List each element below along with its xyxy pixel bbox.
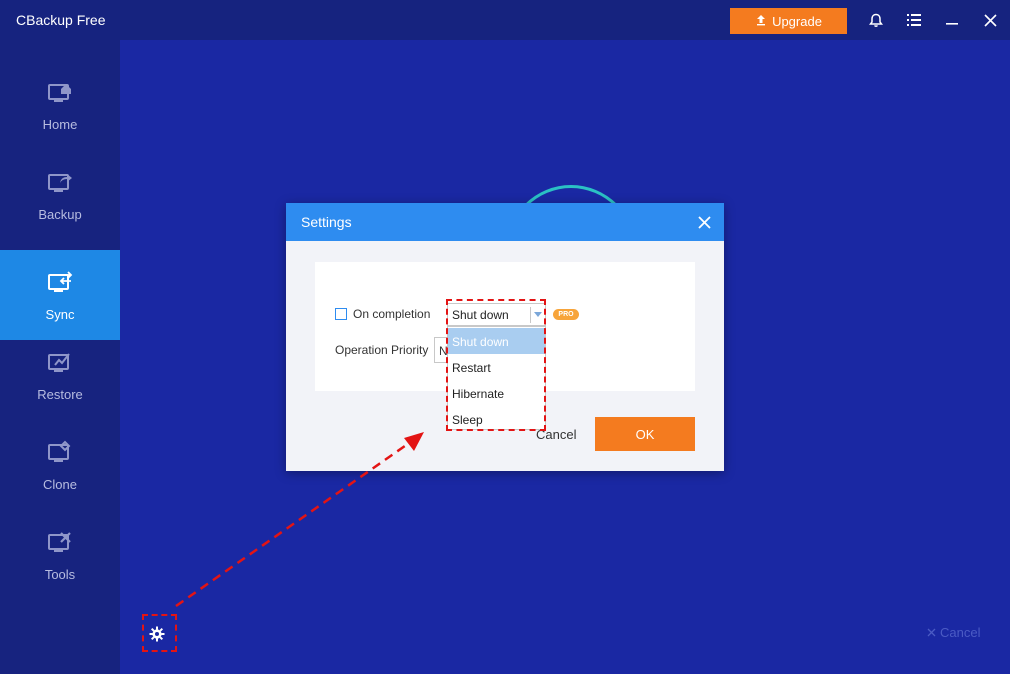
annotation-arrow [175, 432, 424, 608]
